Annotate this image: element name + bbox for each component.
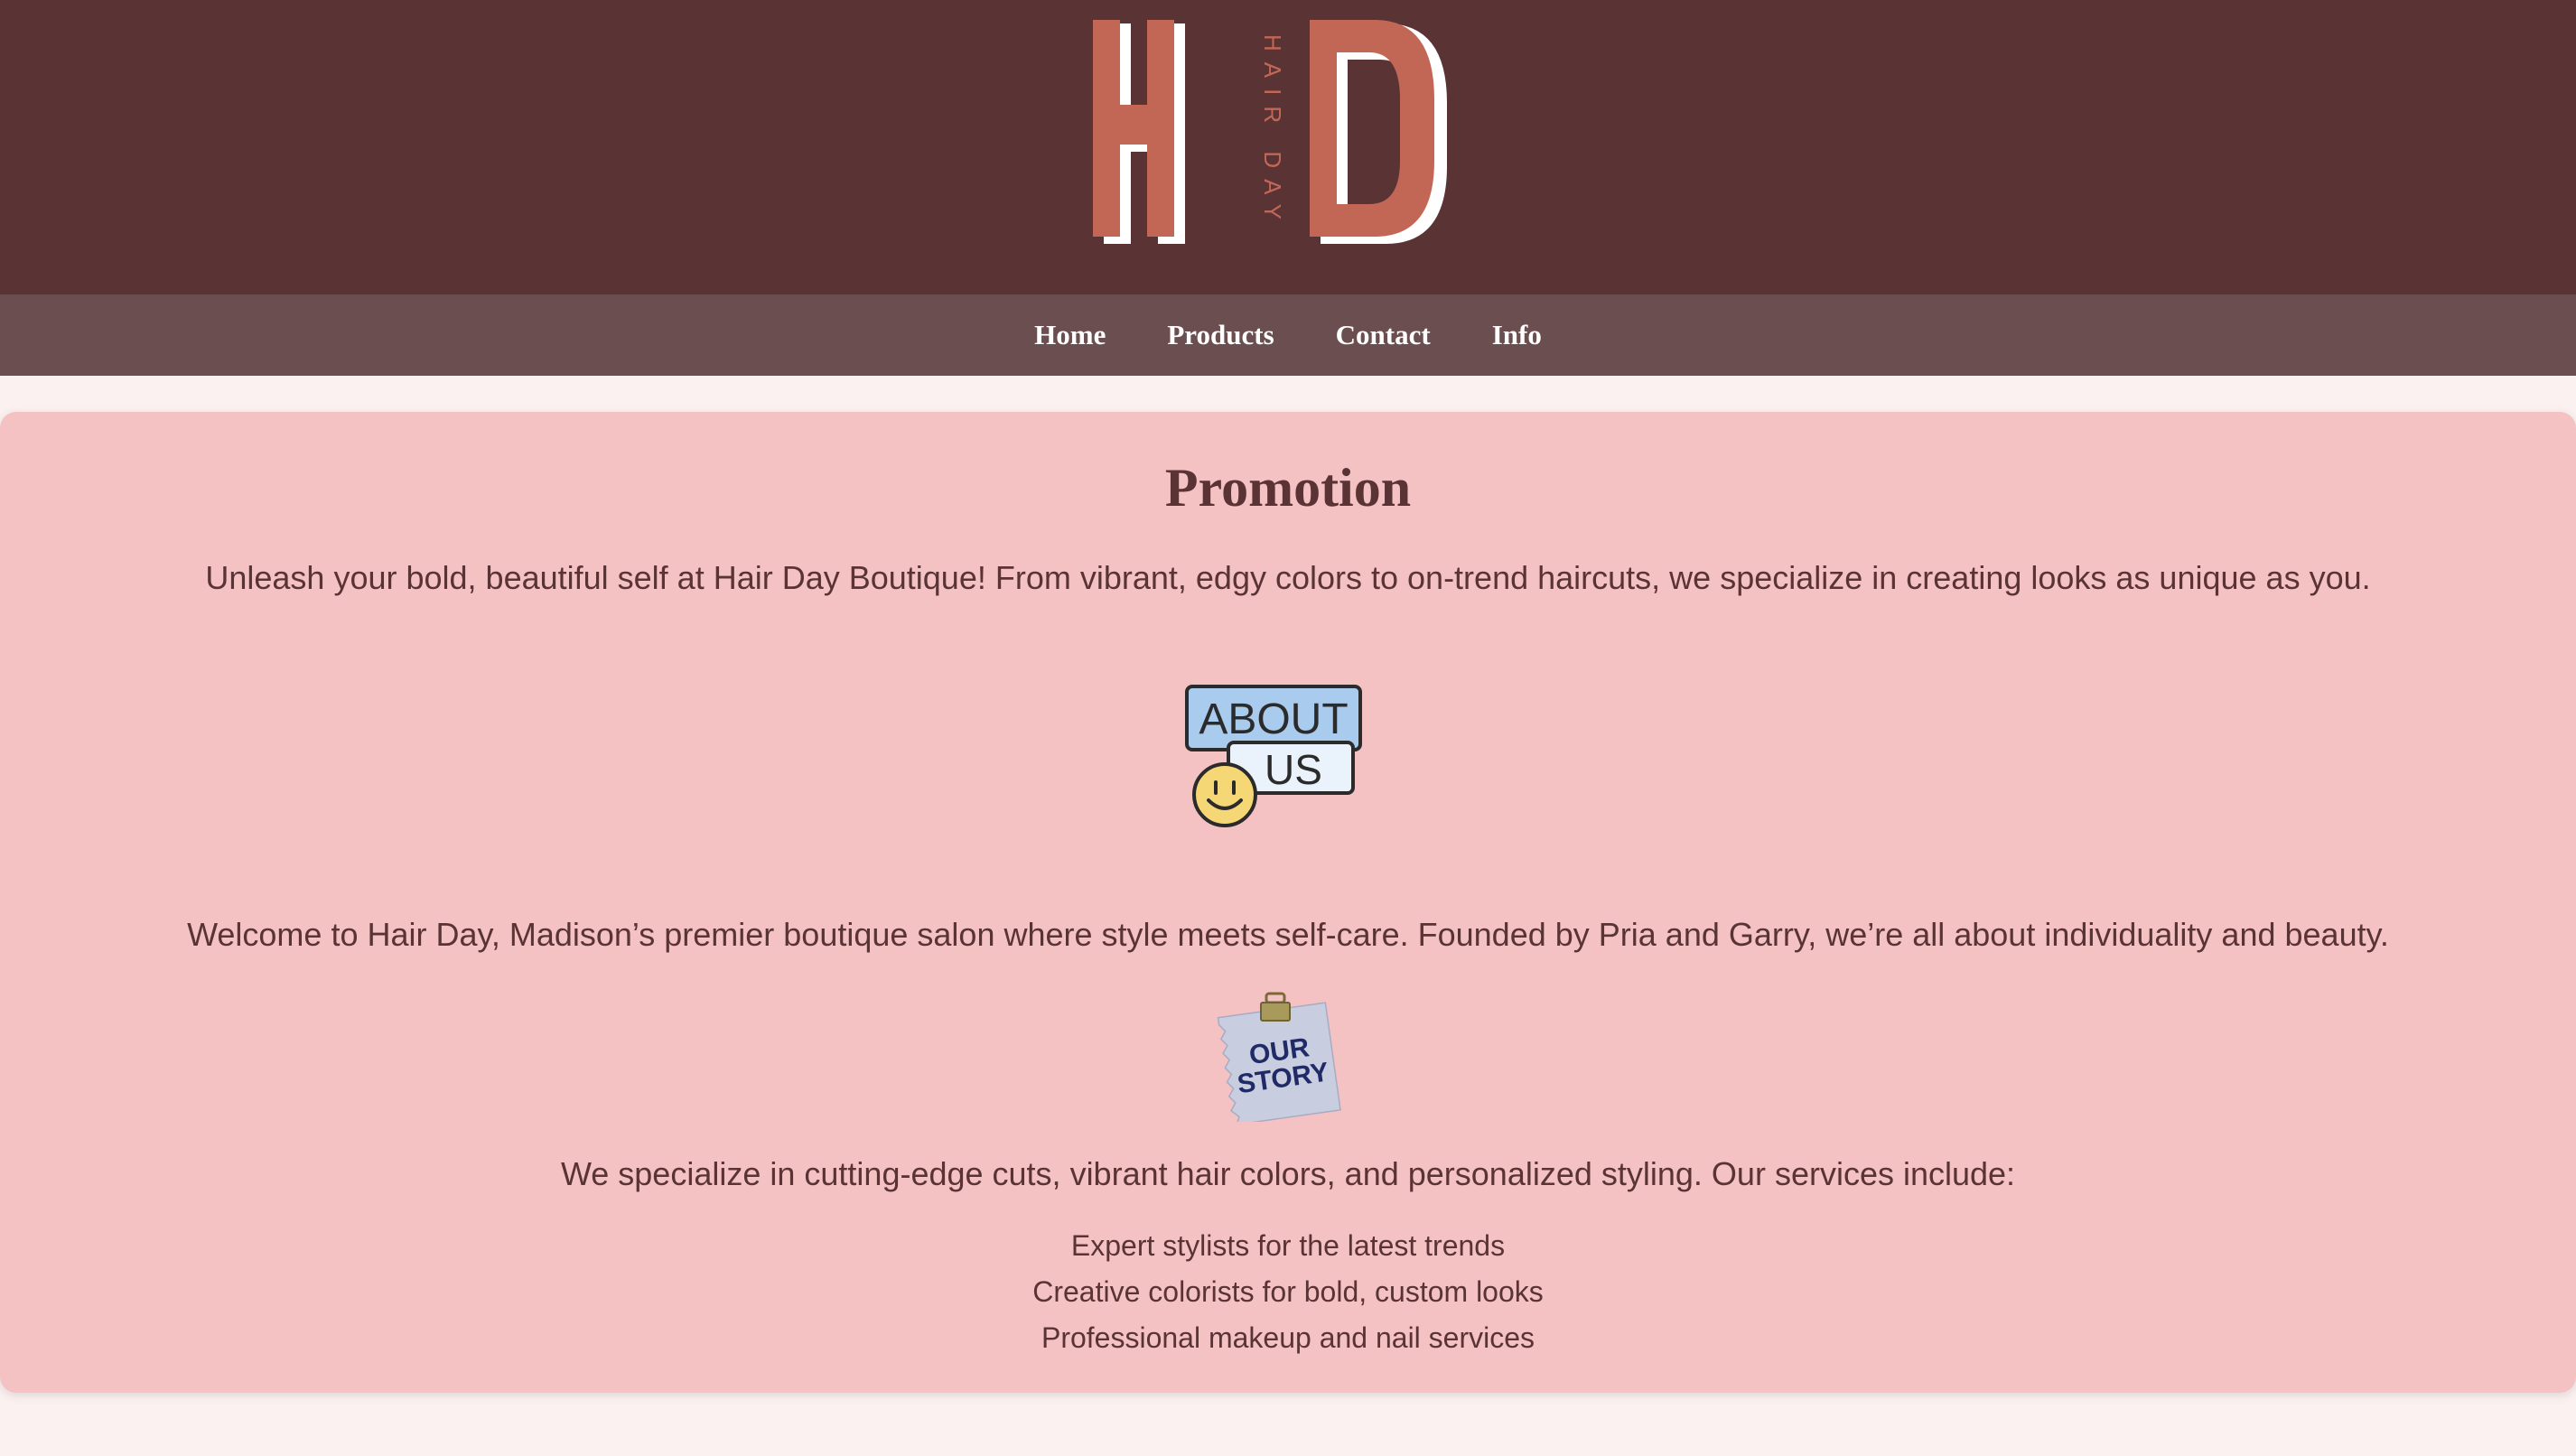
list-item: Expert stylists for the latest trends [1070,1229,1506,1262]
site-header: HAIR DAY [0,0,2576,294]
hair-day-logo[interactable]: HAIR DAY [1093,16,1454,255]
logo-tagline: HAIR DAY [1259,34,1286,230]
promotion-section: Promotion Unleash your bold, beautiful s… [0,412,2576,1393]
promotion-title: Promotion [1164,458,1412,518]
about-badge-line1: ABOUT [1199,695,1348,743]
nav-contact[interactable]: Contact [1336,319,1431,351]
list-item: Creative colorists for bold, custom look… [1032,1275,1544,1308]
nav-info[interactable]: Info [1492,319,1542,351]
about-us-image: ABOUT US [1185,685,1362,827]
about-badge-line2: US [1265,746,1322,793]
nav-home[interactable]: Home [1034,319,1106,351]
services-intro: We specialize in cutting-edge cuts, vibr… [560,1155,2016,1192]
our-story-image: OUR STORY [1217,992,1341,1122]
main-nav: Home Products Contact Info [0,294,2576,376]
logo-letter-d [1310,20,1447,244]
binder-clip-icon [1260,992,1291,1022]
logo-letter-h [1093,20,1185,244]
promotion-intro: Unleash your bold, beautiful self at Hai… [205,559,2371,596]
services-list: Expert stylists for the latest trends Cr… [0,1223,2576,1361]
smiley-icon [1192,762,1257,827]
nav-products[interactable]: Products [1167,319,1274,351]
list-item: Professional makeup and nail services [1041,1321,1535,1354]
welcome-text: Welcome to Hair Day, Madison’s premier b… [187,916,2389,953]
